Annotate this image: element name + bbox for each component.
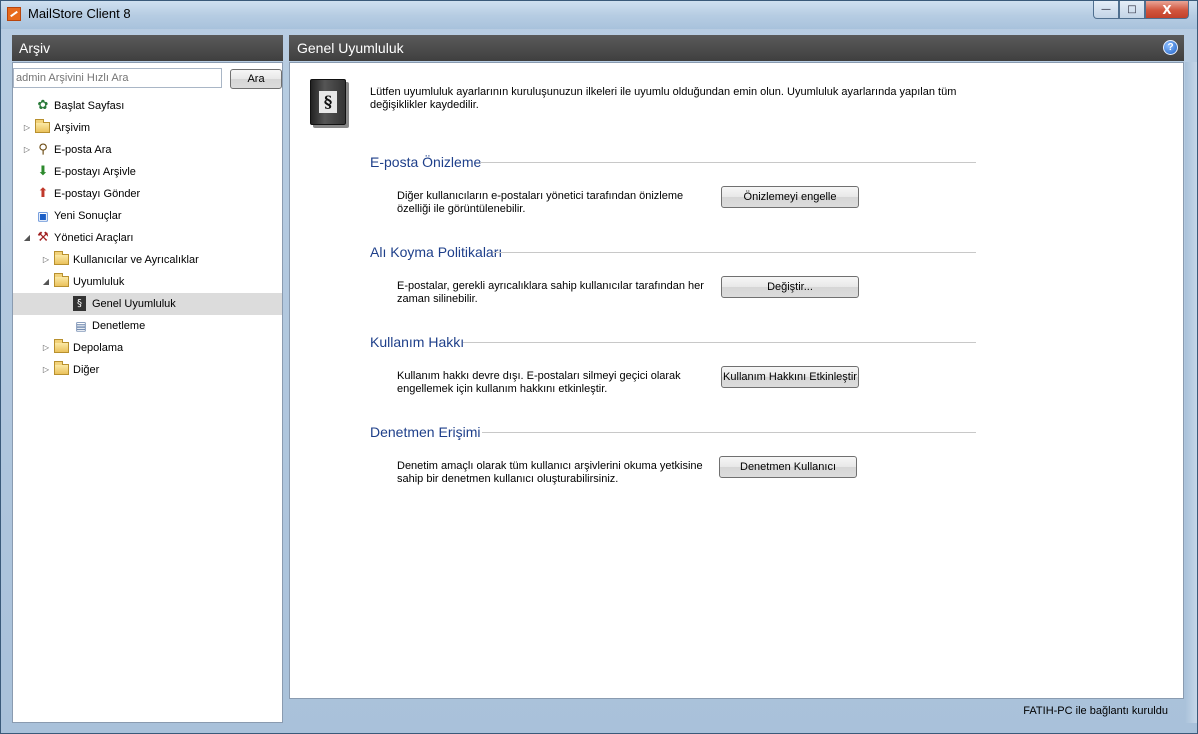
- tree-item-label: Genel Uyumluluk: [92, 298, 176, 310]
- tree-item-label: E-postayı Gönder: [54, 188, 141, 200]
- section-divider: [493, 252, 976, 253]
- tree-item-my-archive[interactable]: ▷ Arşivim: [13, 117, 282, 139]
- tree-item-start-page[interactable]: ✿ Başlat Sayfası: [13, 95, 282, 117]
- tree-item-label: Yönetici Araçları: [54, 232, 134, 244]
- section-description: Kullanım hakkı devre dışı. E-postaları s…: [397, 370, 681, 395]
- section-divider: [482, 432, 976, 433]
- sidebar: Ara ✿ Başlat Sayfası ▷ Arşivim ▷ ⚲ E-pos…: [12, 62, 283, 723]
- tree-item-new-results[interactable]: ▣ Yeni Sonuçlar: [13, 205, 282, 227]
- tree-item-label: Arşivim: [54, 122, 91, 134]
- minimize-button[interactable]: —: [1093, 1, 1119, 19]
- collapse-arrow-icon[interactable]: ◢: [22, 227, 32, 249]
- send-email-icon: ⬆: [37, 186, 49, 201]
- section-description: Denetim amaçlı olarak tüm kullanıcı arşi…: [397, 460, 703, 485]
- tree-item-label: Diğer: [73, 364, 100, 376]
- app-window: MailStore Client 8 — □ X Arşiv Ara ✿ Baş…: [0, 0, 1198, 734]
- tree-item-search-email[interactable]: ▷ ⚲ E-posta Ara: [13, 139, 282, 161]
- audit-icon: ▤: [75, 319, 87, 333]
- help-icon[interactable]: ?: [1163, 40, 1178, 55]
- admin-tools-icon: ⚒: [37, 230, 49, 245]
- tree-item-general-compliance[interactable]: § Genel Uyumluluk: [13, 293, 282, 315]
- folder-icon: [54, 251, 69, 265]
- status-bar: FATIH-PC ile bağlantı kuruldu: [289, 699, 1184, 723]
- expand-arrow-icon[interactable]: ▷: [22, 117, 32, 139]
- section-description: E-postalar, gerekli ayrıcalıklara sahip …: [397, 280, 704, 305]
- folder-icon: [54, 339, 69, 353]
- expand-arrow-icon[interactable]: ▷: [41, 337, 51, 359]
- intro-text: Lütfen uyumluluk ayarlarının kuruluşunuz…: [370, 86, 957, 111]
- tree-item-send-email[interactable]: ⬆ E-postayı Gönder: [13, 183, 282, 205]
- search-button[interactable]: Ara: [230, 69, 282, 89]
- auditor-user-button[interactable]: Denetmen Kullanıcı: [719, 456, 857, 478]
- folder-icon: [54, 273, 69, 287]
- tree-item-label: Başlat Sayfası: [54, 100, 125, 112]
- section-title-retention-policies: Alı Koyma Politikaları: [370, 244, 503, 260]
- tree-item-label: Uyumluluk: [73, 276, 125, 288]
- tree-item-admin-tools[interactable]: ◢ ⚒ Yönetici Araçları: [13, 227, 282, 249]
- expand-arrow-icon[interactable]: ▷: [41, 249, 51, 271]
- results-icon: ▣: [37, 209, 49, 223]
- quick-search-input[interactable]: [13, 68, 222, 88]
- tree-item-audit[interactable]: ▤ Denetleme: [13, 315, 282, 337]
- folder-icon: [54, 361, 69, 375]
- archive-tree: ✿ Başlat Sayfası ▷ Arşivim ▷ ⚲ E-posta A…: [13, 95, 282, 381]
- collapse-arrow-icon[interactable]: ◢: [41, 271, 51, 293]
- tree-item-label: Kullanıcılar ve Ayrıcalıklar: [73, 254, 199, 266]
- maximize-button[interactable]: □: [1119, 1, 1145, 19]
- section-divider: [480, 162, 976, 163]
- section-description: Diğer kullanıcıların e-postaları yönetic…: [397, 190, 684, 215]
- expand-arrow-icon[interactable]: ▷: [22, 139, 32, 161]
- window-edge: [1185, 62, 1197, 723]
- enable-litigation-hold-button[interactable]: Kullanım Hakkını Etkinleştir: [721, 366, 859, 388]
- tree-item-label: Denetleme: [92, 320, 146, 332]
- compliance-book-icon: §: [73, 296, 86, 311]
- section-title-auditor-access: Denetmen Erişimi: [370, 424, 481, 440]
- folder-icon: [35, 119, 50, 133]
- section-title-email-preview: E-posta Önizleme: [370, 154, 482, 170]
- compliance-content: § Lütfen uyumluluk ayarlarının kuruluşun…: [289, 62, 1184, 699]
- mailstore-logo-icon: [7, 7, 21, 21]
- paragraph-symbol-icon: §: [319, 91, 337, 113]
- magnifier-icon: ⚲: [38, 142, 48, 157]
- tree-item-archive-email[interactable]: ⬇ E-postayı Arşivle: [13, 161, 282, 183]
- tree-item-label: E-postayı Arşivle: [54, 166, 136, 178]
- page-title: Genel Uyumluluk ?: [289, 35, 1184, 61]
- window-controls: — □ X: [1093, 1, 1189, 19]
- section-title-litigation-hold: Kullanım Hakkı: [370, 334, 465, 350]
- tree-item-other[interactable]: ▷ Diğer: [13, 359, 282, 381]
- law-book-icon: §: [310, 79, 346, 125]
- expand-arrow-icon[interactable]: ▷: [41, 359, 51, 381]
- sidebar-header: Arşiv: [12, 35, 283, 61]
- tree-item-label: E-posta Ara: [54, 144, 112, 156]
- tree-item-users-privileges[interactable]: ▷ Kullanıcılar ve Ayrıcalıklar: [13, 249, 282, 271]
- window-title: MailStore Client 8: [28, 6, 131, 21]
- tree-item-label: Yeni Sonuçlar: [54, 210, 122, 222]
- title-bar[interactable]: MailStore Client 8 — □ X: [1, 1, 1197, 29]
- tree-item-compliance[interactable]: ◢ Uyumluluk: [13, 271, 282, 293]
- tree-item-storage[interactable]: ▷ Depolama: [13, 337, 282, 359]
- archive-email-icon: ⬇: [37, 164, 49, 179]
- change-retention-button[interactable]: Değiştir...: [721, 276, 859, 298]
- block-preview-button[interactable]: Önizlemeyi engelle: [721, 186, 859, 208]
- tree-item-label: Depolama: [73, 342, 124, 354]
- page-title-text: Genel Uyumluluk: [297, 40, 404, 56]
- connection-status: FATIH-PC ile bağlantı kuruldu: [1023, 705, 1168, 717]
- section-divider: [463, 342, 976, 343]
- close-button[interactable]: X: [1145, 1, 1189, 19]
- home-globe-icon: ✿: [37, 98, 49, 113]
